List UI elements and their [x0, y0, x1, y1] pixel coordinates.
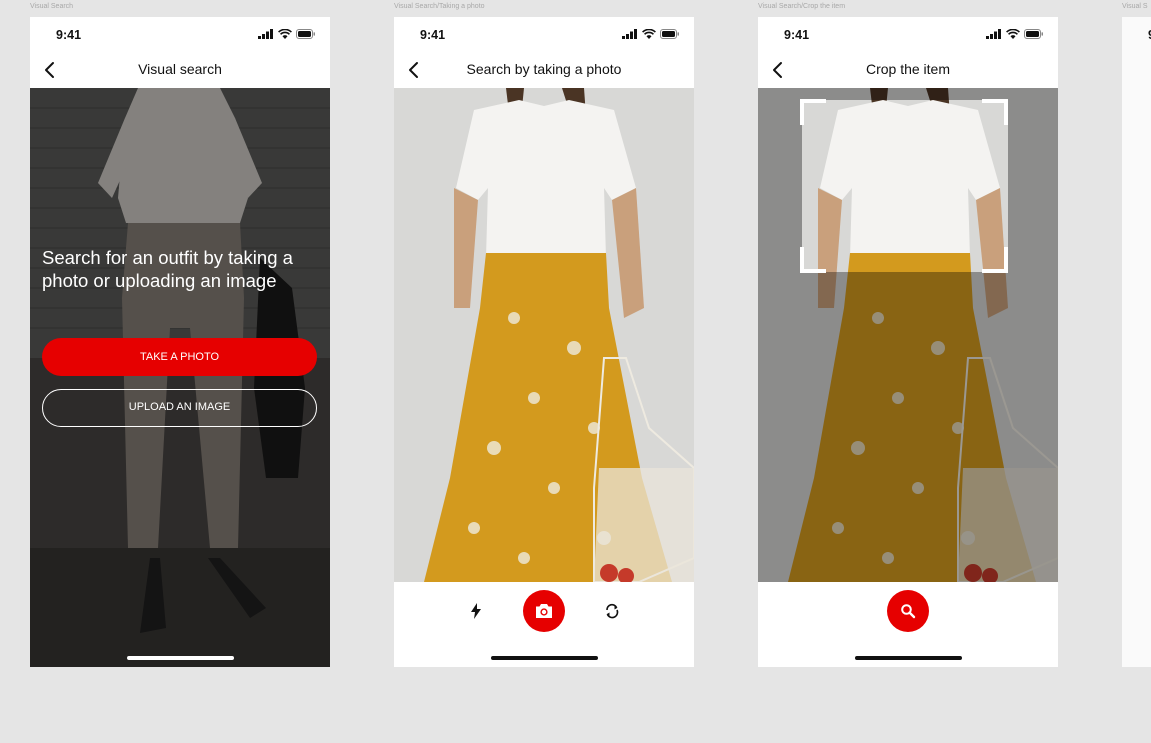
- frame-visual-search: 9:41 Visual search Search for an outfit …: [30, 17, 330, 667]
- switch-camera-button[interactable]: [603, 602, 621, 620]
- wifi-icon: [1006, 29, 1020, 39]
- chevron-left-icon: [773, 62, 782, 78]
- battery-icon: [1024, 29, 1043, 39]
- chevron-left-icon: [409, 62, 418, 78]
- back-button[interactable]: [38, 58, 62, 82]
- frame-label-taking-photo: Visual Search/Taking a photo: [394, 3, 485, 10]
- crop-handle-bottom-left[interactable]: [800, 247, 826, 273]
- flash-icon: [471, 603, 481, 619]
- status-time: 9:41: [56, 28, 82, 42]
- status-icons: [622, 29, 680, 39]
- flash-toggle[interactable]: [467, 602, 485, 620]
- frame-label-crop-item: Visual Search/Crop the item: [758, 3, 846, 10]
- page-title: Visual search: [138, 61, 222, 77]
- crop-handle-top-left[interactable]: [800, 99, 826, 125]
- status-icons: [258, 29, 316, 39]
- frame-label-partial: Visual S: [1122, 3, 1148, 10]
- crop-handle-bottom-right[interactable]: [982, 247, 1008, 273]
- wifi-icon: [642, 29, 656, 39]
- chevron-left-icon: [45, 62, 54, 78]
- wifi-icon: [278, 29, 292, 39]
- overlay-heading: Search for an outfit by taking a photo o…: [42, 247, 293, 291]
- background-photo: [30, 88, 330, 667]
- switch-camera-icon: [606, 603, 619, 619]
- status-bar: 9:41: [758, 17, 1058, 53]
- frame-crop-item: 9:41 Crop the item: [758, 17, 1058, 667]
- cellular-signal-icon: [622, 29, 637, 39]
- navigation-bar: Search by taking a photo: [394, 53, 694, 88]
- cellular-signal-icon: [986, 29, 1001, 39]
- status-bar: 9:41: [30, 17, 330, 53]
- status-icons: [986, 29, 1044, 39]
- page-title: Search by taking a photo: [466, 61, 622, 77]
- home-indicator: [127, 656, 234, 660]
- status-time: 9:41: [420, 28, 446, 42]
- back-button[interactable]: [766, 58, 790, 82]
- camera-controls: [394, 582, 694, 667]
- search-button[interactable]: [887, 590, 929, 632]
- battery-icon: [296, 29, 315, 39]
- navigation-bar: Crop the item: [758, 53, 1058, 88]
- camera-icon: [536, 604, 552, 618]
- navigation-bar: Visual search: [30, 53, 330, 88]
- cellular-signal-icon: [258, 29, 273, 39]
- crop-handle-top-right[interactable]: [982, 99, 1008, 125]
- take-photo-button[interactable]: TAKE A PHOTO: [42, 338, 317, 376]
- back-button[interactable]: [402, 58, 426, 82]
- status-bar: 9:41: [394, 17, 694, 53]
- status-time: 9:41: [784, 28, 810, 42]
- home-indicator: [855, 656, 962, 660]
- search-icon: [901, 604, 916, 619]
- page-title: Crop the item: [865, 61, 951, 77]
- crop-photo: [758, 88, 1058, 582]
- camera-viewfinder: [394, 88, 694, 582]
- home-indicator: [491, 656, 598, 660]
- upload-image-button[interactable]: UPLOAD AN IMAGE: [42, 389, 317, 427]
- frame-partial: 9: [1122, 17, 1151, 667]
- battery-icon: [660, 29, 679, 39]
- shutter-button[interactable]: [523, 590, 565, 632]
- frame-label-visual-search: Visual Search: [30, 3, 74, 10]
- frame-taking-photo: 9:41 Search by taking a photo: [394, 17, 694, 667]
- crop-controls: [758, 582, 1058, 667]
